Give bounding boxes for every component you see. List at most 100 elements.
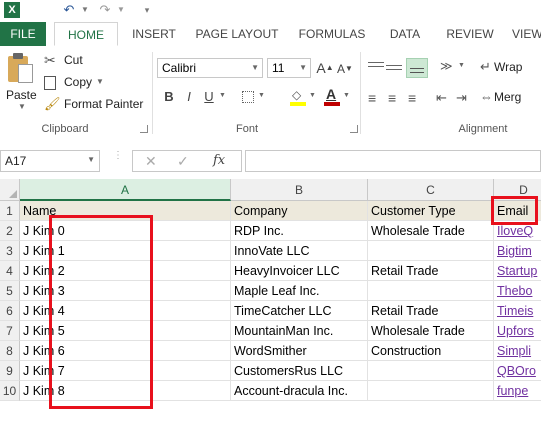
- tab-insert[interactable]: INSERT: [124, 22, 184, 46]
- table-cell[interactable]: Construction: [368, 341, 494, 361]
- underline-button[interactable]: U: [200, 88, 218, 106]
- increase-indent-icon[interactable]: ⇥: [456, 90, 467, 106]
- redo-dropdown-icon[interactable]: ▼: [112, 1, 130, 19]
- fill-color-icon[interactable]: ◇: [290, 88, 306, 106]
- align-center-icon[interactable]: ≡: [388, 90, 396, 106]
- table-cell[interactable]: MountainMan Inc.: [231, 321, 368, 341]
- chevron-down-icon[interactable]: ▼: [219, 92, 226, 99]
- orientation-icon[interactable]: ≫: [440, 59, 453, 73]
- column-header-b[interactable]: B: [231, 179, 368, 201]
- chevron-down-icon[interactable]: ▼: [258, 92, 265, 99]
- cut-button[interactable]: ✂ Cut: [44, 52, 104, 70]
- row-header[interactable]: 7: [0, 321, 20, 341]
- row-header[interactable]: 3: [0, 241, 20, 261]
- align-top-icon[interactable]: [368, 60, 384, 74]
- dialog-launcher-icon[interactable]: [350, 125, 358, 133]
- tab-home[interactable]: HOME: [54, 22, 118, 46]
- table-cell[interactable]: HeavyInvoicer LLC: [231, 261, 368, 281]
- table-cell[interactable]: InnoVate LLC: [231, 241, 368, 261]
- align-right-icon[interactable]: ≡: [408, 90, 416, 106]
- dialog-launcher-icon[interactable]: [140, 125, 148, 133]
- row-header[interactable]: 5: [0, 281, 20, 301]
- decrease-font-size-icon[interactable]: A▼: [336, 60, 354, 78]
- copy-button[interactable]: Copy ▼: [44, 74, 114, 92]
- tab-file[interactable]: FILE: [0, 22, 46, 46]
- align-left-icon[interactable]: ≡: [368, 90, 376, 106]
- tab-review[interactable]: REVIEW: [440, 22, 500, 46]
- font-group-label: Font: [235, 123, 258, 135]
- table-cell[interactable]: Timeis: [494, 301, 541, 321]
- increase-font-size-icon[interactable]: A▲: [316, 59, 334, 77]
- table-cell[interactable]: [368, 381, 494, 401]
- table-cell[interactable]: Bigtim: [494, 241, 541, 261]
- clipboard-group-label: Clipboard: [41, 123, 89, 135]
- table-cell[interactable]: WordSmither: [231, 341, 368, 361]
- table-cell[interactable]: Thebo: [494, 281, 541, 301]
- table-cell[interactable]: TimeCatcher LLC: [231, 301, 368, 321]
- chevron-down-icon: ▼: [87, 155, 95, 164]
- paste-icon: [8, 52, 33, 83]
- table-cell[interactable]: Upfors: [494, 321, 541, 341]
- row-header[interactable]: 8: [0, 341, 20, 361]
- column-header-a[interactable]: A: [20, 179, 231, 201]
- table-cell[interactable]: CustomersRus LLC: [231, 361, 368, 381]
- select-all-corner[interactable]: [0, 179, 20, 201]
- copy-icon: [44, 76, 56, 90]
- separator-dots: ⋮: [113, 150, 123, 161]
- table-cell[interactable]: Account-dracula Inc.: [231, 381, 368, 401]
- font-name-select[interactable]: Calibri ▼: [157, 58, 263, 78]
- row-header[interactable]: 6: [0, 301, 20, 321]
- chevron-down-icon[interactable]: ▼: [343, 92, 350, 99]
- header-cell[interactable]: Company: [231, 201, 368, 221]
- bold-button[interactable]: B: [160, 88, 178, 106]
- paste-button[interactable]: Paste ▼: [4, 50, 38, 112]
- format-painter-button[interactable]: 🖌 Format Painter: [44, 96, 149, 114]
- undo-dropdown-icon[interactable]: ▼: [76, 1, 94, 19]
- borders-icon[interactable]: [242, 91, 254, 103]
- row-header[interactable]: 2: [0, 221, 20, 241]
- table-cell[interactable]: [368, 241, 494, 261]
- font-color-icon[interactable]: A: [324, 86, 340, 106]
- font-color-letter: A: [326, 86, 337, 102]
- chevron-down-icon[interactable]: ▼: [458, 62, 465, 69]
- table-cell[interactable]: Wholesale Trade: [368, 221, 494, 241]
- tab-page-layout[interactable]: PAGE LAYOUT: [192, 22, 282, 46]
- customize-qat-icon[interactable]: ▾: [138, 1, 156, 19]
- cancel-icon[interactable]: ✕: [145, 153, 157, 170]
- row-header[interactable]: 10: [0, 381, 20, 401]
- insert-function-icon[interactable]: fx: [213, 153, 225, 168]
- font-name-value: Calibri: [162, 61, 197, 75]
- row-header[interactable]: 4: [0, 261, 20, 281]
- row-header[interactable]: 1: [0, 201, 20, 221]
- table-cell[interactable]: QBOro: [494, 361, 541, 381]
- tab-formulas[interactable]: FORMULAS: [292, 22, 372, 46]
- font-size-select[interactable]: 11 ▼: [267, 58, 311, 78]
- table-cell[interactable]: Simpli: [494, 341, 541, 361]
- table-cell[interactable]: [368, 361, 494, 381]
- tab-data[interactable]: DATA: [380, 22, 430, 46]
- spreadsheet-grid: ABCD 1 Name Company Customer Type Email 2 J Ki…: [0, 179, 541, 421]
- enter-icon[interactable]: ✓: [177, 153, 189, 170]
- table-cell[interactable]: Maple Leaf Inc.: [231, 281, 368, 301]
- header-cell[interactable]: Customer Type: [368, 201, 494, 221]
- decrease-indent-icon[interactable]: ⇤: [436, 90, 447, 106]
- tab-view[interactable]: VIEW: [512, 22, 541, 46]
- merge-center-button[interactable]: ⇔ Merg: [480, 88, 541, 108]
- align-middle-icon[interactable]: [386, 60, 402, 74]
- table-cell[interactable]: RDP Inc.: [231, 221, 368, 241]
- formula-input[interactable]: [245, 150, 541, 172]
- table-cell[interactable]: funpe: [494, 381, 541, 401]
- column-header-c[interactable]: C: [368, 179, 494, 201]
- chevron-down-icon[interactable]: ▼: [309, 92, 316, 99]
- italic-button[interactable]: I: [180, 88, 198, 106]
- name-box[interactable]: A17 ▼: [0, 150, 100, 172]
- name-box-value: A17: [5, 154, 27, 168]
- table-cell[interactable]: Retail Trade: [368, 301, 494, 321]
- table-cell[interactable]: [368, 281, 494, 301]
- align-bottom-icon[interactable]: [406, 58, 428, 78]
- table-cell[interactable]: Wholesale Trade: [368, 321, 494, 341]
- row-header[interactable]: 9: [0, 361, 20, 381]
- table-cell[interactable]: Retail Trade: [368, 261, 494, 281]
- wrap-text-button[interactable]: ↵ Wrap: [480, 58, 541, 78]
- table-cell[interactable]: Startup: [494, 261, 541, 281]
